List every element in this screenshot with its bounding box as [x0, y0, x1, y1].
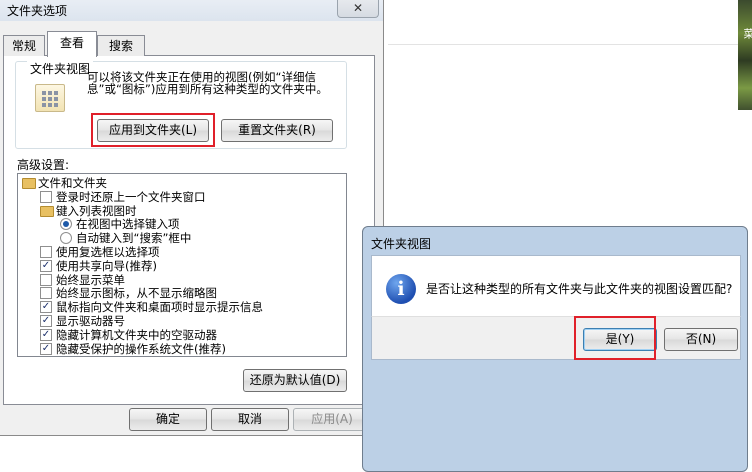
checkbox[interactable] [40, 287, 52, 300]
info-icon: i [386, 274, 416, 304]
no-button[interactable]: 否(N) [664, 328, 738, 351]
close-button[interactable]: ✕ [337, 0, 379, 18]
checkbox[interactable]: ✓ [40, 342, 52, 355]
option-label: 自动键入到“搜索”框中 [76, 231, 192, 246]
folder-views-description: 可以将该文件夹正在使用的视图(例如“详细信息”或“图标”)应用到所有这种类型的文… [87, 70, 328, 96]
option-label: 始终显示菜单 [56, 272, 125, 287]
dialog-title: 文件夹选项 [7, 4, 68, 18]
tab-general[interactable]: 常规 [3, 35, 45, 56]
folder-icon [40, 205, 54, 217]
checkbox[interactable]: ✓ [40, 301, 52, 314]
option-label: 文件和文件夹 [38, 176, 107, 190]
confirm-dialog-body: i 是否让这种类型的所有文件夹与此文件夹的视图设置匹配? [371, 255, 741, 317]
confirm-dialog-footer: 是(Y) 否(N) [371, 316, 741, 360]
radio-button[interactable] [60, 218, 72, 231]
tab-view[interactable]: 查看 [47, 31, 97, 57]
option-label: 在视图中选择键入项 [76, 217, 180, 232]
checkbox[interactable] [40, 190, 52, 203]
checkbox[interactable]: ✓ [40, 259, 52, 272]
option-label: 键入列表视图时 [56, 203, 137, 218]
background-strip-text: 菜 [742, 28, 752, 39]
cancel-button[interactable]: 取消 [211, 408, 289, 431]
folder-options-dialog: 文件夹选项 ✕ 常规 查看 搜索 文件夹视图 可以将该文件夹正在使用的视图(例如… [0, 0, 384, 436]
checkbox[interactable] [40, 273, 52, 286]
confirm-dialog-title: 文件夹视图 [371, 237, 432, 251]
option-label: 显示驱动器号 [56, 314, 125, 328]
option-label: 始终显示图标，从不显示缩略图 [56, 286, 217, 301]
background-thumbnail [738, 0, 752, 110]
highlight-box-yes [574, 316, 656, 360]
option-label: 使用共享向导(推荐) [56, 258, 157, 273]
advanced-settings-label: 高级设置: [17, 158, 70, 172]
ok-button[interactable]: 确定 [129, 408, 207, 431]
checkbox[interactable] [40, 246, 52, 258]
confirm-message: 是否让这种类型的所有文件夹与此文件夹的视图设置匹配? [426, 282, 733, 296]
checkbox[interactable]: ✓ [40, 315, 52, 327]
option-label: 使用复选框以选择项 [56, 245, 160, 259]
highlight-box-apply [91, 113, 215, 147]
advanced-settings-list[interactable]: 文件和文件夹 登录时还原上一个文件夹窗口 键入列表视图时 在视图中选择键入项 自动键入到… [17, 173, 347, 357]
folder-icon [22, 178, 36, 189]
radio-button[interactable] [60, 232, 72, 245]
reset-folders-button[interactable]: 重置文件夹(R) [221, 119, 333, 142]
option-label: 登录时还原上一个文件夹窗口 [56, 189, 206, 204]
option-label: 隐藏计算机文件夹中的空驱动器 [56, 327, 217, 342]
apply-button[interactable]: 应用(A) [293, 408, 371, 431]
folder-view-confirm-dialog: 文件夹视图 i 是否让这种类型的所有文件夹与此文件夹的视图设置匹配? 是(Y) … [362, 226, 748, 472]
checkbox[interactable]: ✓ [40, 328, 52, 341]
folder-views-label: 文件夹视图 [27, 60, 94, 77]
folder-view-icon [35, 84, 65, 112]
restore-defaults-button[interactable]: 还原为默认值(D) [243, 369, 347, 392]
background-divider [388, 44, 744, 45]
dialog-titlebar: 文件夹选项 ✕ [0, 0, 383, 21]
option-label: 鼠标指向文件夹和桌面项时显示提示信息 [56, 300, 263, 315]
tab-search[interactable]: 搜索 [97, 35, 145, 56]
option-label: 隐藏受保护的操作系统文件(推荐) [56, 341, 226, 356]
